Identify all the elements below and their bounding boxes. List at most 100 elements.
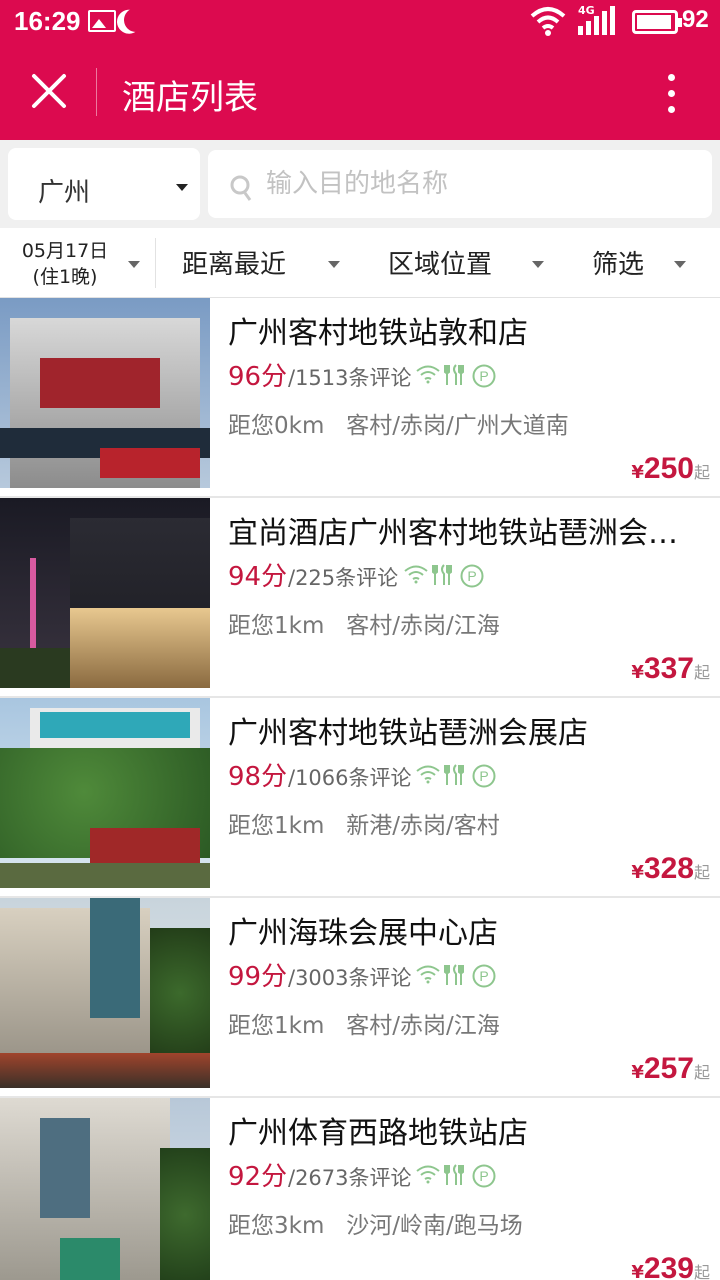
search-box[interactable] [208,150,712,218]
hotel-location: 距您1km 客村/赤岗/江海 [228,606,500,640]
sort-label: 距离最近 [182,250,287,280]
page-title: 酒店列表 [122,78,258,118]
hotel-card[interactable]: 广州客村地铁站琶洲会展店 98分 /1066条评论 P 距您1km 新港/赤岗/… [0,698,720,898]
hotel-area: 客村/赤岗/江海 [346,1013,500,1039]
hotel-reviews: /2673条评论 [288,1166,412,1190]
area-filter[interactable]: 区域位置 [360,228,560,298]
sort-filter[interactable]: 距离最近 [160,228,350,298]
hotel-price: ¥337起 [631,652,710,686]
svg-text:P: P [467,568,476,584]
date-filter[interactable]: 05月17日 (住1晚) [0,228,155,298]
restaurant-icon [444,1164,464,1185]
signal-icon [578,6,615,35]
price-value: 328 [643,852,694,885]
restaurant-icon [444,964,464,985]
filter-divider [155,238,156,288]
hotel-location: 距您0km 客村/赤岗/广州大道南 [228,406,569,440]
hotel-name: 宜尚酒店广州客村地铁站琶洲会展中心店 [228,516,704,551]
restaurant-icon [432,564,452,585]
parking-icon: P [472,964,496,988]
filter-label: 筛选 [592,250,645,280]
hotel-reviews: /1066条评论 [288,766,412,790]
hotel-distance: 距您3km [228,1213,325,1239]
wifi-icon [416,1165,440,1184]
wifi-icon [530,7,566,36]
price-value: 239 [643,1252,694,1280]
battery-level: 92 [682,6,709,33]
price-suffix: 起 [693,863,710,882]
caret-down-icon [128,261,140,268]
parking-icon: P [472,364,496,388]
stay-nights: (住1晚) [32,266,98,288]
hotel-score: 96分 [228,362,288,392]
hotel-area: 客村/赤岗/广州大道南 [346,413,569,439]
price-suffix: 起 [693,463,710,482]
hotel-price: ¥250起 [631,452,710,486]
wifi-icon [416,765,440,784]
price-suffix: 起 [693,1263,710,1280]
hotel-name: 广州客村地铁站敦和店 [228,316,528,351]
price-currency: ¥ [631,1062,644,1083]
wifi-icon [416,365,440,384]
hotel-list: 广州客村地铁站敦和店 96分 /1513条评论 P 距您0km 客村/赤岗/广州… [0,298,720,1280]
area-label: 区域位置 [388,250,493,280]
restaurant-icon [444,364,464,385]
hotel-name: 广州客村地铁站琶洲会展店 [228,716,588,751]
hotel-card[interactable]: 广州客村地铁站敦和店 96分 /1513条评论 P 距您0km 客村/赤岗/广州… [0,298,720,498]
status-time: 16:29 [14,6,81,36]
filter-bar: 05月17日 (住1晚) 距离最近 区域位置 筛选 [0,228,720,298]
do-not-disturb-icon [121,5,152,36]
price-currency: ¥ [631,862,644,883]
hotel-photo [0,498,210,688]
price-suffix: 起 [693,663,710,682]
destination-search-input[interactable] [266,164,696,204]
city-select[interactable]: 广州 [8,148,200,220]
close-button[interactable] [20,62,80,122]
svg-text:P: P [479,1168,488,1184]
wifi-icon [404,565,428,584]
app-bar-divider [96,68,97,116]
hotel-card[interactable]: 广州体育西路地铁站店 92分 /2673条评论 P 距您3km 沙河/岭南/跑马… [0,1098,720,1280]
more-options-button[interactable] [652,68,692,118]
close-icon [32,74,66,108]
hotel-score: 92分 [228,1162,288,1192]
hotel-photo [0,698,210,888]
wifi-icon [416,965,440,984]
svg-text:P: P [479,368,488,384]
price-value: 257 [643,1052,694,1085]
search-bar: 广州 [0,140,720,228]
parking-icon: P [460,564,484,588]
hotel-location: 距您3km 沙河/岭南/跑马场 [228,1206,523,1240]
parking-icon: P [472,764,496,788]
price-value: 250 [643,452,694,485]
price-suffix: 起 [693,1063,710,1082]
battery-icon [632,10,682,34]
hotel-reviews: /3003条评论 [288,966,412,990]
hotel-photo [0,1098,210,1280]
hotel-distance: 距您1km [228,613,325,639]
more-filter[interactable]: 筛选 [570,228,720,298]
hotel-reviews: /1513条评论 [288,366,412,390]
status-bar: 16:29 4G 92 [0,0,720,44]
caret-down-icon [176,184,188,191]
restaurant-icon [444,764,464,785]
hotel-score: 99分 [228,962,288,992]
hotel-area: 客村/赤岗/江海 [346,613,500,639]
hotel-photo [0,298,210,488]
hotel-area: 新港/赤岗/客村 [346,813,500,839]
hotel-score: 94分 [228,562,288,592]
caret-down-icon [674,261,686,268]
hotel-distance: 距您1km [228,813,325,839]
hotel-photo [0,898,210,1088]
price-value: 337 [643,652,694,685]
caret-down-icon [532,261,544,268]
hotel-name: 广州体育西路地铁站店 [228,1116,528,1151]
hotel-card[interactable]: 宜尚酒店广州客村地铁站琶洲会展中心店 94分 /225条评论 P 距您1km 客… [0,498,720,698]
hotel-distance: 距您0km [228,413,325,439]
price-currency: ¥ [631,462,644,483]
hotel-card[interactable]: 广州海珠会展中心店 99分 /3003条评论 P 距您1km 客村/赤岗/江海 … [0,898,720,1098]
app-bar: 酒店列表 [0,44,720,140]
hotel-score: 98分 [228,762,288,792]
hotel-area: 沙河/岭南/跑马场 [346,1213,523,1239]
hotel-distance: 距您1km [228,1013,325,1039]
